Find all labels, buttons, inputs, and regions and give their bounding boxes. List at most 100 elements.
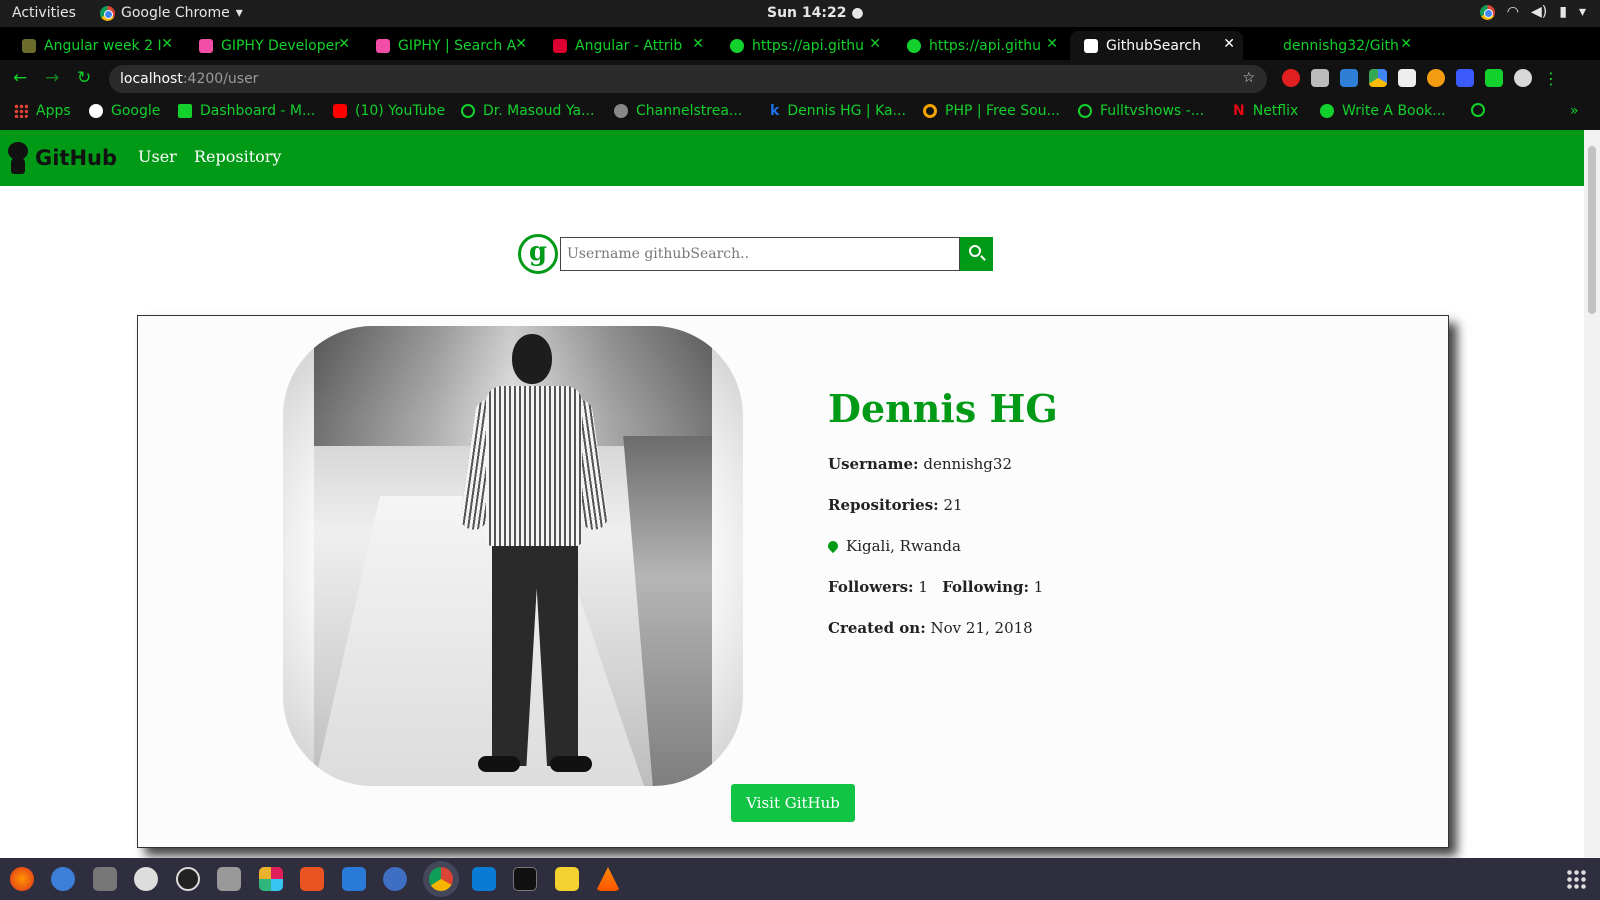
extension-flame-icon[interactable] — [1427, 69, 1445, 87]
libreoffice-writer-icon[interactable] — [342, 867, 366, 891]
vscode-icon[interactable] — [472, 867, 496, 891]
bookmark-dashboard[interactable]: Dashboard - M... — [178, 103, 315, 119]
close-icon[interactable]: ✕ — [1400, 36, 1412, 52]
location-row: Kigali, Rwanda — [825, 537, 1058, 555]
app-menu[interactable]: Google Chrome ▾ — [100, 5, 243, 21]
bookmark-label: Dr. Masoud Ya... — [483, 103, 595, 119]
battery-icon[interactable]: ▮ — [1559, 4, 1567, 20]
tab-angular-week[interactable]: Angular week 2 I ✕ — [8, 31, 181, 60]
extension-zoom-icon[interactable] — [1456, 69, 1474, 87]
bookmark-channelstream[interactable]: Channelstrea... — [614, 103, 742, 119]
slack-icon[interactable] — [259, 867, 283, 891]
obs-icon[interactable] — [176, 867, 200, 891]
bookmark-label: Write A Book... — [1342, 103, 1446, 119]
page-scrollbar[interactable] — [1584, 130, 1600, 858]
extension-red-icon[interactable] — [1282, 69, 1300, 87]
nav-link-repository[interactable]: Repository — [194, 147, 281, 166]
tab-giphy-developer[interactable]: GIPHY Developer ✕ — [185, 31, 358, 60]
angular-icon — [1084, 38, 1098, 53]
tab-giphy-search[interactable]: GIPHY | Search A ✕ — [362, 31, 535, 60]
clock[interactable]: Sun 14:22 ● — [767, 5, 864, 21]
close-icon[interactable]: ✕ — [869, 36, 881, 52]
search-button[interactable] — [960, 237, 993, 271]
files-icon[interactable] — [93, 867, 117, 891]
rhythmbox-icon[interactable] — [134, 867, 158, 891]
software-center-icon[interactable] — [300, 867, 324, 891]
show-applications-icon[interactable] — [1566, 869, 1586, 889]
chrome-taskbar-icon[interactable] — [429, 867, 453, 891]
site-navbar: GitHub User Repository — [0, 130, 1584, 186]
bookmark-apps[interactable]: Apps — [14, 103, 71, 119]
terminal-icon[interactable] — [513, 867, 537, 891]
visit-github-button[interactable]: Visit GitHub — [731, 784, 855, 822]
username-search-input[interactable] — [560, 237, 960, 271]
vlc-icon[interactable] — [596, 867, 620, 891]
tab-favicon-icon — [22, 38, 36, 53]
extension-iq-icon[interactable] — [1340, 69, 1358, 87]
close-icon[interactable]: ✕ — [692, 36, 704, 52]
reload-icon[interactable]: ↻ — [77, 68, 91, 88]
globe-icon — [1471, 103, 1485, 117]
bookmarks-overflow-icon[interactable]: » — [1570, 103, 1579, 119]
scrollbar-thumb[interactable] — [1588, 146, 1596, 314]
search-icon — [969, 245, 981, 257]
dropdown-arrow-icon: ▾ — [235, 5, 243, 21]
bookmark-youtube[interactable]: (10) YouTube — [333, 103, 445, 119]
bookmark-php[interactable]: PHP | Free Sou... — [923, 103, 1060, 119]
volume-icon[interactable]: ◀) — [1531, 4, 1547, 20]
menu-kebab-icon[interactable]: ⋮ — [1543, 69, 1559, 88]
profile-card: Dennis HG Username: dennishg32 Repositor… — [137, 315, 1449, 848]
bookmark-google[interactable]: Google — [89, 103, 160, 119]
close-icon[interactable]: ✕ — [1046, 36, 1058, 52]
close-icon[interactable]: ✕ — [1223, 36, 1235, 52]
profile-avatar-icon[interactable] — [1514, 69, 1532, 87]
netflix-icon: N — [1233, 103, 1245, 119]
username-value: dennishg32 — [923, 455, 1012, 473]
close-icon[interactable]: ✕ — [161, 36, 173, 52]
nav-link-user[interactable]: User — [138, 147, 177, 166]
following-label: Following: — [942, 578, 1029, 596]
extensions-puzzle-icon[interactable] — [1485, 69, 1503, 87]
system-tray[interactable]: ◠ ◀) ▮ ▾ — [1479, 4, 1586, 20]
close-icon[interactable]: ✕ — [515, 36, 527, 52]
thunderbird-icon[interactable] — [51, 867, 75, 891]
bookmark-dennis[interactable]: k Dennis HG | Ka... — [770, 103, 906, 119]
bookmark-label: Google — [111, 103, 161, 119]
bookmark-fulltvshows[interactable]: Fulltvshows -... — [1078, 103, 1204, 119]
extension-drive-icon[interactable] — [1369, 69, 1387, 87]
back-arrow-icon[interactable]: ← — [13, 68, 27, 88]
close-icon[interactable]: ✕ — [338, 36, 350, 52]
chevron-down-icon[interactable]: ▾ — [1579, 4, 1586, 20]
tab-dennishg32[interactable]: dennishg32/Gith ✕ — [1247, 31, 1420, 60]
bookmark-netflix[interactable]: N Netflix — [1233, 103, 1298, 119]
bookmarks-bar: Apps Google Dashboard - M... (10) YouTub… — [0, 98, 1600, 130]
g-logo-icon: g — [518, 234, 558, 274]
web-page: GitHub User Repository g Username github… — [0, 130, 1584, 858]
extension-glasses-icon[interactable] — [1311, 69, 1329, 87]
forward-arrow-icon[interactable]: → — [45, 68, 59, 88]
globe-icon — [907, 38, 921, 53]
tab-githubsearch[interactable]: GithubSearch ✕ — [1070, 31, 1243, 60]
bookmark-write-book[interactable]: Write A Book... — [1320, 103, 1446, 119]
globe-icon — [1078, 104, 1092, 118]
wifi-icon[interactable]: ◠ — [1507, 4, 1519, 20]
avatar-photo — [314, 326, 712, 786]
chrome-tray-icon[interactable] — [1479, 4, 1495, 20]
extension-cube-icon[interactable] — [1398, 69, 1416, 87]
github-logo[interactable]: GitHub — [6, 140, 117, 176]
camera-icon[interactable] — [217, 867, 241, 891]
bookmark-masoud[interactable]: Dr. Masoud Ya... — [461, 103, 594, 119]
activities-button[interactable]: Activities — [12, 5, 76, 21]
url-host: localhost — [120, 71, 183, 87]
bookmark-globe[interactable] — [1471, 103, 1485, 117]
map-marker-icon — [825, 538, 841, 554]
tab-angular-attrib[interactable]: Angular - Attrib ✕ — [539, 31, 712, 60]
sticky-notes-icon[interactable] — [555, 867, 579, 891]
bookmark-star-icon[interactable]: ☆ — [1242, 70, 1255, 86]
created-row: Created on: Nov 21, 2018 — [828, 619, 1058, 637]
tab-api-github-1[interactable]: https://api.githu ✕ — [716, 31, 889, 60]
firefox-icon[interactable] — [10, 867, 34, 891]
tab-api-github-2[interactable]: https://api.githu ✕ — [893, 31, 1066, 60]
address-bar[interactable]: i localhost:4200/user ☆ — [109, 65, 1267, 149]
help-icon[interactable] — [383, 867, 407, 891]
